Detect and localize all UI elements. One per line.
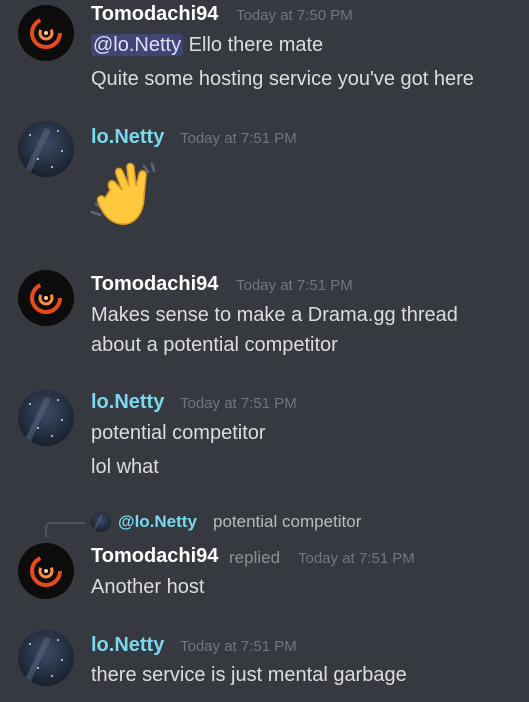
message-timestamp: Today at 7:51 PM: [180, 638, 297, 655]
replied-label: replied: [229, 548, 281, 567]
message-author[interactable]: lo.Netty: [91, 126, 164, 149]
message-author[interactable]: Tomodachi94: [91, 273, 218, 296]
avatar[interactable]: [18, 630, 74, 686]
netty-avatar-icon: [18, 630, 74, 686]
message-author[interactable]: lo.Netty: [91, 634, 164, 657]
netty-avatar-icon: [18, 121, 74, 177]
avatar[interactable]: [18, 121, 74, 177]
reply-mention[interactable]: @lo.Netty: [118, 512, 197, 532]
message-text: Quite some hosting service you've got he…: [91, 68, 474, 90]
message-text-fragment: Ello there mate: [183, 34, 324, 56]
avatar[interactable]: [18, 270, 74, 326]
message-text: Another host: [91, 576, 205, 598]
user-mention[interactable]: @lo.Netty: [91, 34, 184, 56]
avatar[interactable]: [18, 5, 74, 61]
message-author[interactable]: lo.Netty: [91, 391, 164, 414]
message-text: lol what: [91, 456, 159, 478]
avatar[interactable]: [18, 390, 74, 446]
reply-avatar[interactable]: [91, 512, 111, 532]
message-text: about a potential competitor: [91, 334, 338, 356]
netty-avatar-icon: [91, 512, 111, 532]
message-timestamp: Today at 7:50 PM: [236, 7, 353, 24]
waving-hand-icon: [90, 162, 156, 225]
tomodachi-avatar-icon: [18, 270, 74, 326]
tomodachi-avatar-icon: [18, 543, 74, 599]
message-timestamp: Today at 7:51 PM: [180, 395, 297, 412]
avatar[interactable]: [18, 543, 74, 599]
message-text: @lo.Netty Ello there mate: [91, 34, 323, 57]
message-author[interactable]: Tomodachi94: [91, 545, 218, 568]
reply-spine: [45, 522, 85, 538]
message-timestamp: Today at 7:51 PM: [298, 550, 415, 567]
reply-preview[interactable]: potential competitor: [213, 512, 361, 532]
tomodachi-avatar-icon: [18, 5, 74, 61]
message-author[interactable]: Tomodachi94: [91, 3, 218, 26]
netty-avatar-icon: [18, 390, 74, 446]
message-text: Makes sense to make a Drama.gg thread: [91, 304, 458, 326]
message-timestamp: Today at 7:51 PM: [236, 277, 353, 294]
message-text: there service is just mental garbage: [91, 664, 407, 686]
message-timestamp: Today at 7:51 PM: [180, 130, 297, 147]
message-text: potential competitor: [91, 422, 266, 444]
